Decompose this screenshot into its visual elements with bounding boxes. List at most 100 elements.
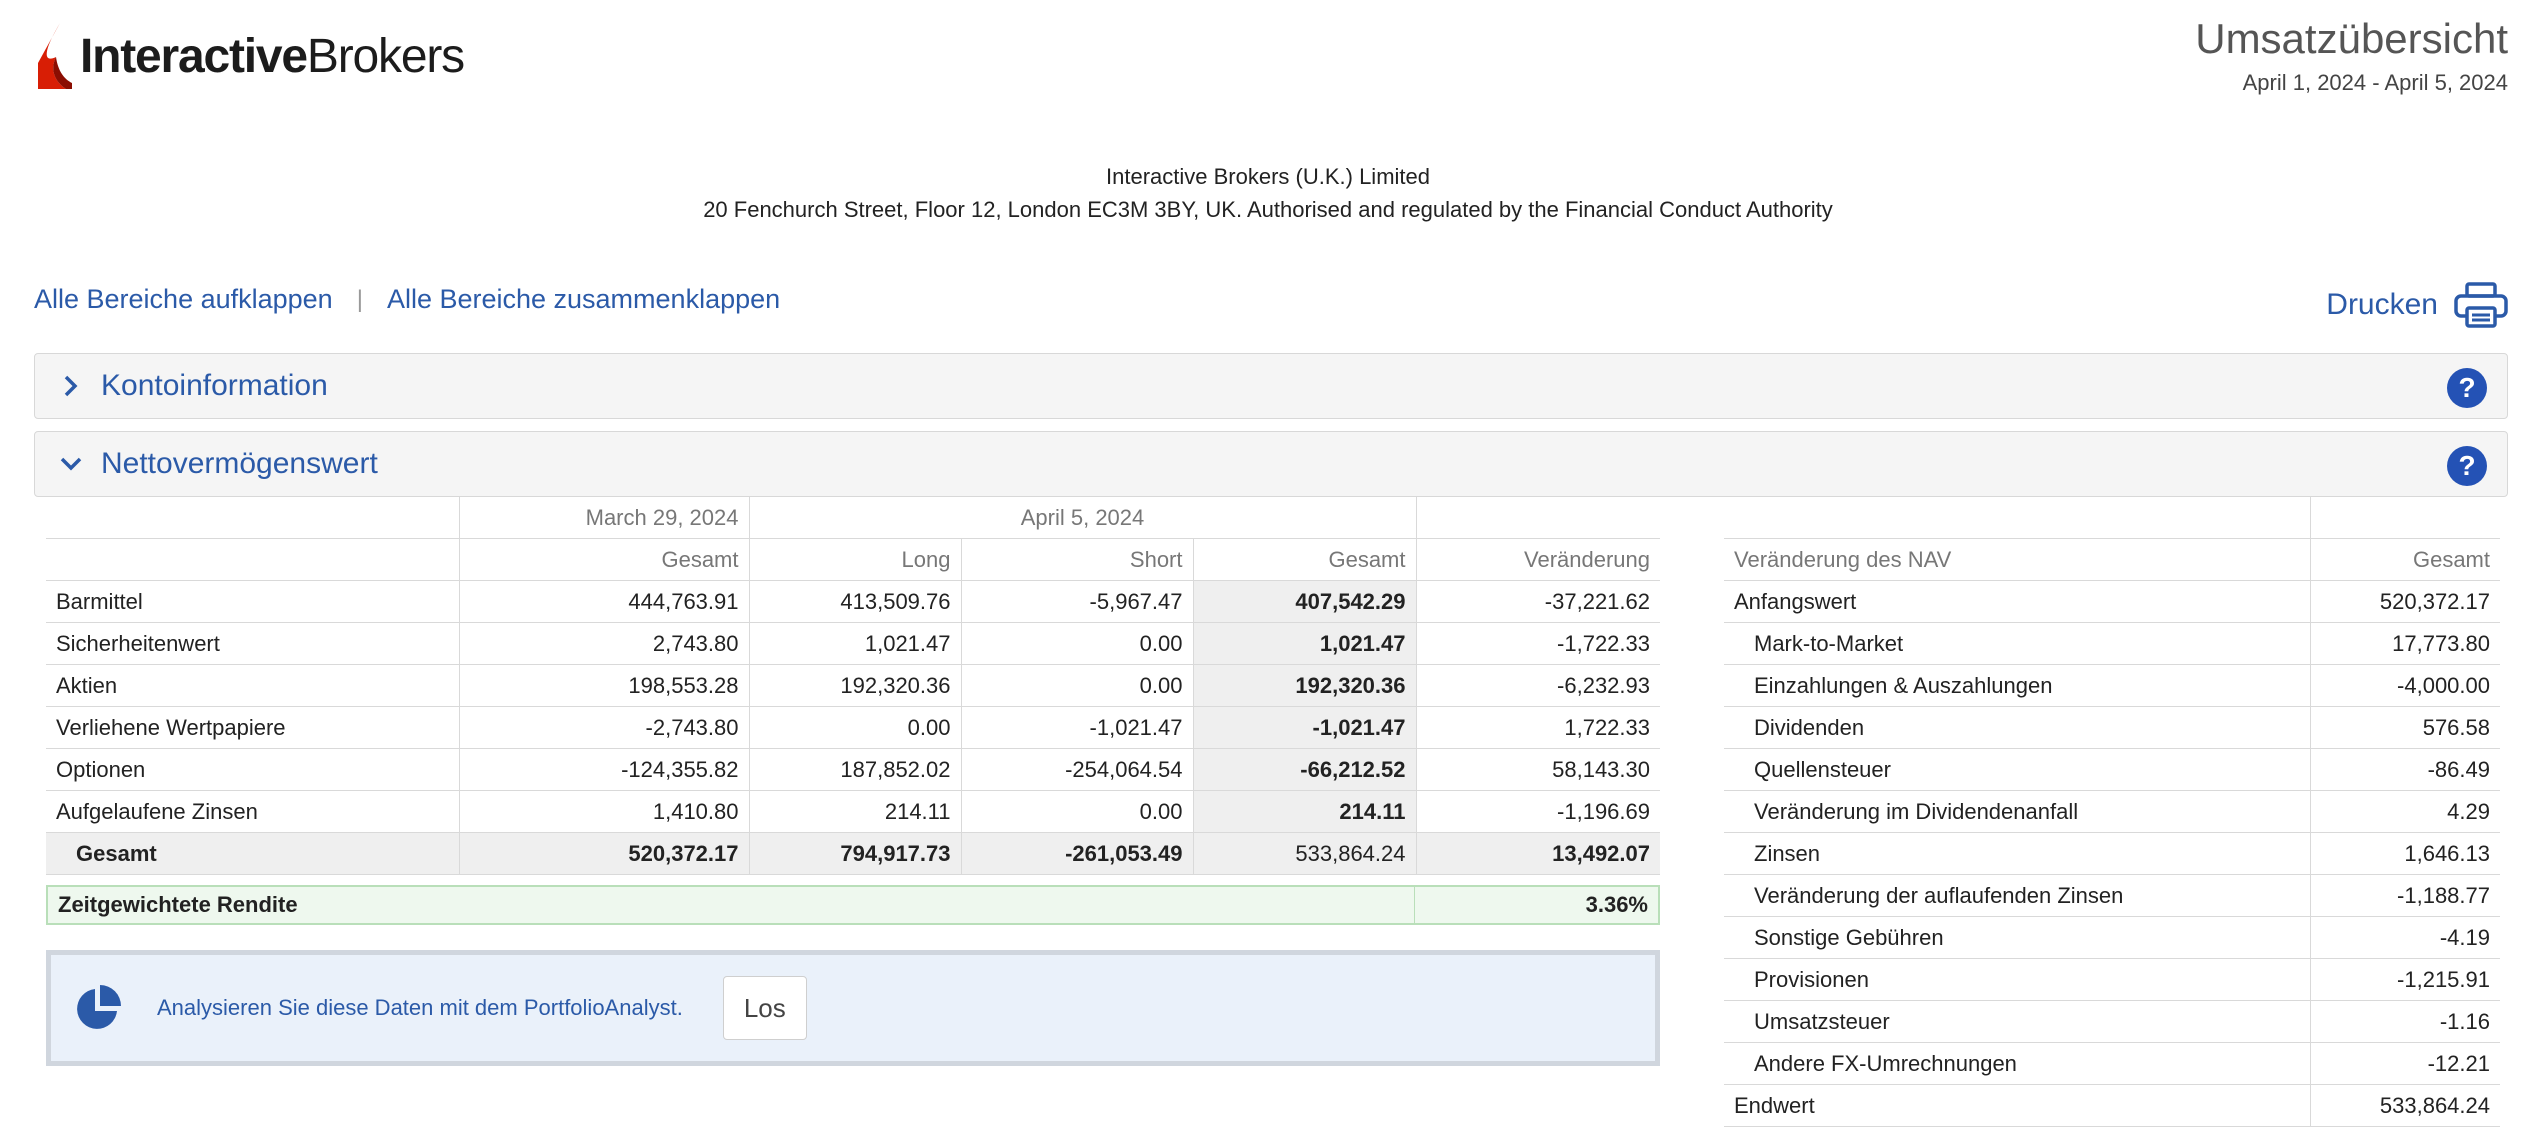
row-change: 58,143.30 [1416, 748, 1660, 791]
row-long: 214.11 [749, 790, 962, 833]
printer-icon [2454, 282, 2508, 328]
link-separator: | [356, 285, 363, 313]
col-header-long: Long [749, 538, 962, 581]
total-short: -261,053.49 [961, 832, 1194, 875]
nav-change-header-label: Veränderung des NAV [1724, 538, 2311, 581]
twr-value: 3.36% [1414, 887, 1658, 923]
row-long: 0.00 [749, 706, 962, 749]
list-item: Dividenden 576.58 [1724, 706, 2500, 749]
portfolio-analyst-banner: Analysieren Sie diese Daten mit dem Port… [46, 950, 1660, 1066]
section-account-info[interactable]: Kontoinformation ? [34, 353, 2508, 419]
broker-name: Interactive Brokers (U.K.) Limited [1106, 164, 1430, 189]
row-total: 214.11 [1193, 790, 1417, 833]
logo: InteractiveBrokers [34, 20, 465, 92]
nav-change-value: -4.19 [2310, 916, 2500, 959]
collapse-all-link[interactable]: Alle Bereiche zusammenklappen [387, 284, 780, 315]
row-total: 407,542.29 [1193, 580, 1417, 623]
row-change: -37,221.62 [1416, 580, 1660, 623]
nav-change-label: Sonstige Gebühren [1724, 916, 2311, 959]
page-title: Umsatzübersicht [2195, 15, 2508, 62]
nav-change-table: Veränderung des NAV Gesamt Anfangswert 52… [1724, 497, 2500, 1127]
table-row: Aktien 198,553.28 192,320.36 0.00 192,320.36… [46, 664, 1660, 707]
nav-change-value: -4,000.00 [2310, 664, 2500, 707]
nav-change-spacer-row [1724, 497, 2500, 539]
row-long: 413,509.76 [749, 580, 962, 623]
header-cell-empty [46, 538, 460, 581]
nav-change-header-total: Gesamt [2310, 538, 2500, 581]
list-item: Umsatzsteuer -1.16 [1724, 1000, 2500, 1043]
activity-statement-page: InteractiveBrokers Umsatzübersicht April… [0, 0, 2536, 1146]
row-total: 192,320.36 [1193, 664, 1417, 707]
col-header-change: Veränderung [1416, 538, 1660, 581]
total-change: 13,492.07 [1416, 832, 1660, 875]
nav-change-value: -86.49 [2310, 748, 2500, 791]
nav-table: March 29, 2024 April 5, 2024 Gesamt Long… [46, 497, 1660, 875]
row-label: Optionen [46, 748, 460, 791]
list-item: Quellensteuer -86.49 [1724, 748, 2500, 791]
row-prev-total: -124,355.82 [459, 748, 750, 791]
broker-address-line: 20 Fenchurch Street, Floor 12, London EC… [703, 197, 1833, 222]
row-short: 0.00 [961, 790, 1194, 833]
row-short: 0.00 [961, 622, 1194, 665]
row-total: -66,212.52 [1193, 748, 1417, 791]
row-change: -1,722.33 [1416, 622, 1660, 665]
nav-change-label: Veränderung im Dividendenanfall [1724, 790, 2311, 833]
row-total: -1,021.47 [1193, 706, 1417, 749]
table-row: Sicherheitenwert 2,743.80 1,021.47 0.00 1,02… [46, 622, 1660, 665]
nav-change-label: Anfangswert [1724, 580, 2311, 623]
help-icon[interactable]: ? [2447, 446, 2487, 486]
print-label: Drucken [2326, 288, 2438, 321]
row-prev-total: 444,763.91 [459, 580, 750, 623]
nav-change-value: -1,188.77 [2310, 874, 2500, 917]
nav-change-value: -1.16 [2310, 1000, 2500, 1043]
section-title-nav: Nettovermögenswert [101, 447, 378, 480]
list-item: Anfangswert 520,372.17 [1724, 580, 2500, 623]
time-weighted-return-row: Zeitgewichtete Rendite 3.36% [46, 885, 1660, 925]
col-header-short: Short [961, 538, 1194, 581]
print-button[interactable]: Drucken [2326, 282, 2508, 328]
table-row: Barmittel 444,763.91 413,509.76 -5,967.47 40… [46, 580, 1660, 623]
section-nav[interactable]: Nettovermögenswert ? [34, 431, 2508, 497]
logo-text-bold: Interactive [80, 29, 308, 83]
nav-change-label: Umsatzsteuer [1724, 1000, 2311, 1043]
row-prev-total: 2,743.80 [459, 622, 750, 665]
nav-change-value: -1,215.91 [2310, 958, 2500, 1001]
portfolio-analyst-go-button[interactable]: Los [722, 976, 807, 1040]
curr-date-header: April 5, 2024 [749, 497, 1417, 539]
total-prev: 520,372.17 [459, 832, 750, 875]
nav-total-row: Gesamt 520,372.17 794,917.73 -261,053.49… [46, 832, 1660, 875]
help-icon[interactable]: ? [2447, 368, 2487, 408]
nav-change-label: Einzahlungen & Auszahlungen [1724, 664, 2311, 707]
col-header-prev-total: Gesamt [459, 538, 750, 581]
nav-change-label: Dividenden [1724, 706, 2311, 749]
row-change: -1,196.69 [1416, 790, 1660, 833]
list-item: Zinsen 1,646.13 [1724, 832, 2500, 875]
nav-change-label: Zinsen [1724, 832, 2311, 875]
nav-change-value: 576.58 [2310, 706, 2500, 749]
total-long: 794,917.73 [749, 832, 962, 875]
row-short: 0.00 [961, 664, 1194, 707]
row-short: -254,064.54 [961, 748, 1194, 791]
list-item: Provisionen -1,215.91 [1724, 958, 2500, 1001]
row-total: 1,021.47 [1193, 622, 1417, 665]
table-row: Verliehene Wertpapiere -2,743.80 0.00 -1,02… [46, 706, 1660, 749]
chevron-right-icon [57, 372, 85, 400]
nav-change-value: 17,773.80 [2310, 622, 2500, 665]
row-label: Aufgelaufene Zinsen [46, 790, 460, 833]
list-item: Mark-to-Market 17,773.80 [1724, 622, 2500, 665]
row-short: -5,967.47 [961, 580, 1194, 623]
pie-chart-icon [77, 985, 121, 1029]
twr-label: Zeitgewichtete Rendite [58, 892, 298, 917]
nav-column-header-row: Gesamt Long Short Gesamt Veränderung [46, 538, 1660, 581]
ib-logo-icon [38, 23, 72, 89]
expand-all-link[interactable]: Alle Bereiche aufklappen [34, 284, 333, 315]
broker-address: Interactive Brokers (U.K.) Limited 20 Fe… [0, 160, 2536, 226]
nav-change-value: 4.29 [2310, 790, 2500, 833]
nav-change-header-row: Veränderung des NAV Gesamt [1724, 538, 2500, 581]
nav-change-value: 520,372.17 [2310, 580, 2500, 623]
col-header-total: Gesamt [1193, 538, 1417, 581]
row-label: Sicherheitenwert [46, 622, 460, 665]
section-toggle-links: Alle Bereiche aufklappen | Alle Bereiche… [34, 284, 780, 315]
row-change: 1,722.33 [1416, 706, 1660, 749]
chevron-down-icon [57, 450, 85, 478]
